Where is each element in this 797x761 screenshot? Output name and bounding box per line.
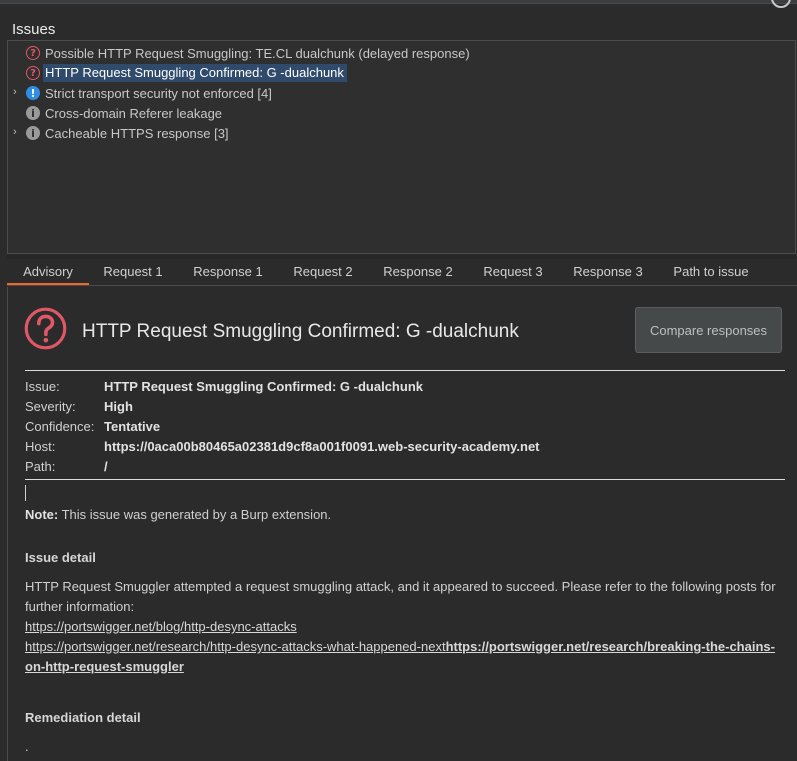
field-value: High (104, 399, 133, 414)
field-value: HTTP Request Smuggling Confirmed: G -dua… (104, 379, 423, 394)
tab-response-1[interactable]: Response 1 (179, 261, 277, 285)
issues-title: Issues (12, 21, 56, 38)
issue-label: Possible HTTP Request Smuggling: TE.CL d… (45, 45, 470, 61)
field-value: Tentative (104, 419, 161, 434)
link-row: https://portswigger.net/research/http-de… (25, 637, 785, 677)
issue-row[interactable]: i Cross-domain Referer leakage (26, 103, 222, 123)
issue-label: Cacheable HTTPS response [3] (45, 125, 229, 141)
issue-row[interactable]: › i Cacheable HTTPS response [3] (13, 123, 229, 143)
issue-label: HTTP Request Smuggling Confirmed: G -dua… (45, 65, 344, 80)
note-label: Note: (25, 507, 59, 522)
issue-row[interactable]: ? Possible HTTP Request Smuggling: TE.CL… (26, 43, 470, 63)
field-value: / (104, 459, 108, 474)
remediation-text: . (25, 739, 29, 754)
issue-detail-text: HTTP Request Smuggler attempted a reques… (25, 579, 776, 614)
field-label: Host: (25, 439, 56, 454)
divider (25, 479, 785, 480)
tab-response-2[interactable]: Response 2 (369, 261, 467, 285)
detail-tabs: Advisory Request 1 Response 1 Request 2 … (7, 261, 797, 286)
remediation-heading: Remediation detail (25, 710, 141, 725)
issues-tree: ? Possible HTTP Request Smuggling: TE.CL… (7, 40, 796, 254)
field-value: https://0aca00b80465a02381d9cf8a001f0091… (104, 439, 540, 454)
field-label: Issue: (25, 379, 60, 394)
link-what-happened-next[interactable]: https://portswigger.net/research/http-de… (25, 639, 446, 654)
issue-row[interactable]: › ! Strict transport security not enforc… (13, 83, 272, 103)
advisory-title: HTTP Request Smuggling Confirmed: G -dua… (82, 321, 519, 342)
tab-request-3[interactable]: Request 3 (471, 261, 555, 285)
field-label: Path: (25, 459, 56, 474)
issue-detail-heading: Issue detail (25, 550, 96, 565)
info-icon: i (26, 126, 40, 140)
tab-request-2[interactable]: Request 2 (281, 261, 365, 285)
link-row: https://portswigger.net/blog/http-desync… (25, 617, 785, 637)
pane-splitter[interactable] (7, 255, 796, 259)
issue-label: Cross-domain Referer leakage (45, 105, 223, 121)
question-icon (24, 307, 67, 350)
question-icon: ? (26, 66, 40, 80)
warning-icon: ! (26, 86, 40, 100)
text-caret (25, 485, 26, 501)
question-icon: ? (26, 46, 40, 60)
advisory-panel: HTTP Request Smuggling Confirmed: G -dua… (7, 287, 797, 761)
link-blog[interactable]: https://portswigger.net/blog/http-desync… (25, 619, 297, 634)
chevron-right-icon[interactable]: › (13, 126, 23, 138)
compare-responses-button[interactable]: Compare responses (635, 307, 782, 353)
top-strip (0, 0, 797, 4)
field-label: Severity: (25, 399, 76, 414)
divider (25, 370, 785, 371)
note: Note: This issue was generated by a Burp… (25, 507, 331, 522)
field-label: Confidence: (25, 419, 95, 434)
issue-label: Strict transport security not enforced [… (45, 85, 272, 101)
help-icon[interactable] (771, 0, 791, 8)
tab-path-to-issue[interactable]: Path to issue (661, 261, 761, 285)
tab-response-3[interactable]: Response 3 (559, 261, 657, 285)
chevron-right-icon[interactable]: › (13, 86, 23, 98)
note-text: This issue was generated by a Burp exten… (58, 507, 332, 522)
tab-advisory[interactable]: Advisory (7, 261, 89, 285)
info-icon: i (26, 106, 40, 120)
tab-request-1[interactable]: Request 1 (91, 261, 175, 285)
issue-row-selected[interactable]: ? HTTP Request Smuggling Confirmed: G -d… (26, 63, 347, 83)
